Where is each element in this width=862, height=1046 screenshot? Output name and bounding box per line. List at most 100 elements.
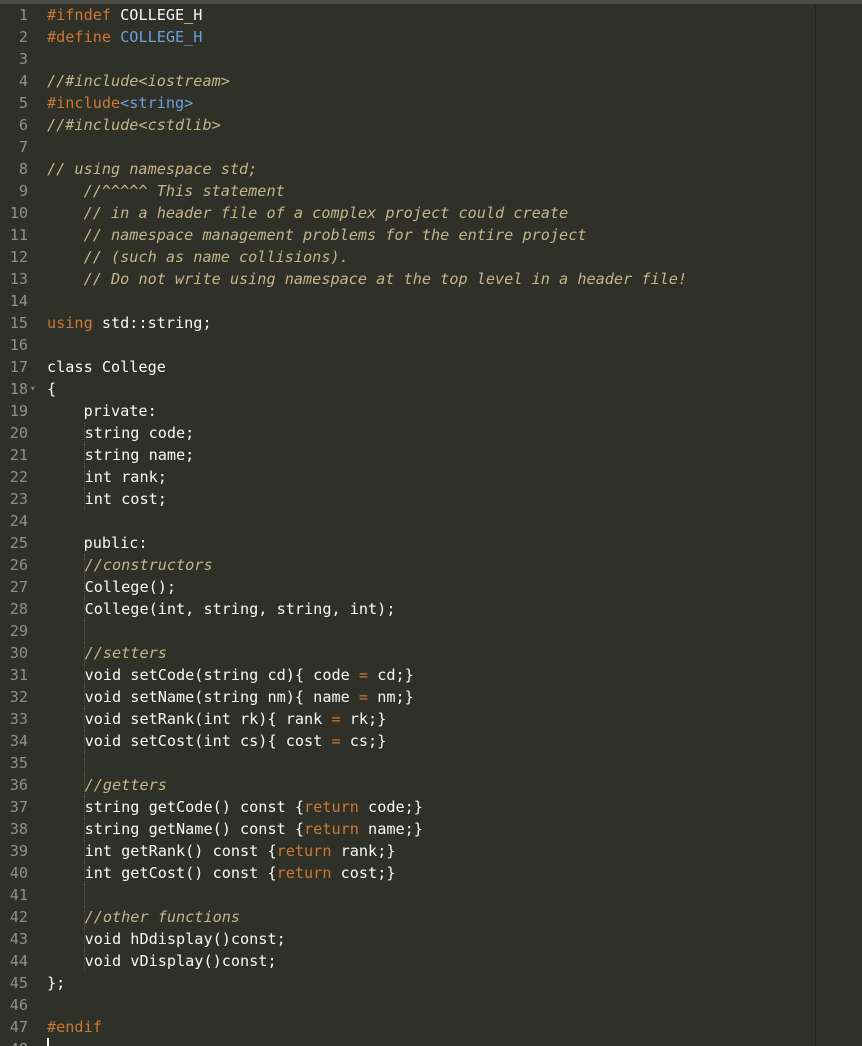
code-line[interactable]: 3 — [0, 48, 862, 70]
code-line[interactable]: 10 // in a header file of a complex proj… — [0, 202, 862, 224]
code-line[interactable]: 31 void setCode(string cd){ code = cd;} — [0, 664, 862, 686]
code-line[interactable]: 14 — [0, 290, 862, 312]
code-line[interactable]: 38 string getName() const {return name;} — [0, 818, 862, 840]
line-content: void setName(string nm){ name = nm;} — [47, 686, 414, 708]
code-line[interactable]: 36 //getters — [0, 774, 862, 796]
line-number: 47 — [9, 1018, 28, 1036]
line-content: #define COLLEGE_H — [47, 26, 202, 48]
token-plain: }; — [47, 974, 66, 992]
code-line[interactable]: 15 using std::string; — [0, 312, 862, 334]
code-line[interactable]: 34 void setCost(int cs){ cost = cs;} — [0, 730, 862, 752]
code-line[interactable]: 46 — [0, 994, 862, 1016]
code-line[interactable]: 4 //#include<iostream> — [0, 70, 862, 92]
line-number: 35 — [9, 754, 28, 772]
line-content: // namespace management problems for the… — [47, 224, 587, 246]
token-plain: int getCost() const { — [84, 864, 277, 882]
line-content: int getRank() const {return rank;} — [47, 840, 396, 862]
code-line[interactable]: 11 // namespace management problems for … — [0, 224, 862, 246]
line-number: 42 — [9, 908, 28, 926]
line-number: 3 — [18, 50, 28, 68]
token-comment: // (such as name collisions). — [83, 248, 349, 266]
token-plain: COLLEGE_H — [120, 6, 203, 24]
line-content: void setRank(int rk){ rank = rk;} — [47, 708, 386, 730]
code-line[interactable]: 2 #define COLLEGE_H — [0, 26, 862, 48]
code-line[interactable]: 20 string code; — [0, 422, 862, 444]
token-plain: College(); — [84, 578, 177, 596]
code-line[interactable]: 17 class College — [0, 356, 862, 378]
code-line[interactable]: 8 // using namespace std; — [0, 158, 862, 180]
line-content: private: — [47, 400, 157, 422]
code-line[interactable]: 24 — [0, 510, 862, 532]
line-number: 7 — [18, 138, 28, 156]
line-number: 48 — [0, 1038, 28, 1046]
code-line[interactable]: 32 void setName(string nm){ name = nm;} — [0, 686, 862, 708]
line-number: 40 — [9, 864, 28, 882]
code-line[interactable]: 6 //#include<cstdlib> — [0, 114, 862, 136]
code-line[interactable]: 35 — [0, 752, 862, 774]
code-line[interactable]: 42 //other functions — [0, 906, 862, 928]
token-plain: int getRank() const { — [84, 842, 277, 860]
code-line[interactable]: 47 #endif — [0, 1016, 862, 1038]
line-number: 19 — [9, 402, 28, 420]
line-number: 28 — [9, 600, 28, 618]
token-plain: rk;} — [340, 710, 387, 728]
token-plain: nm;} — [368, 688, 414, 706]
code-line[interactable]: 43 void hDdisplay()const; — [0, 928, 862, 950]
code-line[interactable]: 9 //^^^^^ This statement — [0, 180, 862, 202]
line-number: 9 — [18, 182, 28, 200]
code-line[interactable]: 39 int getRank() const {return rank;} — [0, 840, 862, 862]
code-line[interactable]: 26 //constructors — [0, 554, 862, 576]
code-line[interactable]: 27 College(); — [0, 576, 862, 598]
code-editor[interactable]: 1 #ifndef COLLEGE_H 2 #define COLLEGE_H 3 4//… — [0, 0, 862, 1046]
code-line[interactable]: 28 College(int, string, string, int); — [0, 598, 862, 620]
line-content: // (such as name collisions). — [47, 246, 349, 268]
code-line[interactable]: 37 string getCode() const {return code;} — [0, 796, 862, 818]
line-number: 13 — [9, 270, 28, 288]
code-line[interactable]: 41 — [0, 884, 862, 906]
token-pre: #ifndef — [47, 6, 121, 24]
code-line[interactable]: 18 ▾ { — [0, 378, 862, 400]
code-line[interactable]: 25 public: — [0, 532, 862, 554]
line-number: 2 — [18, 28, 28, 46]
line-number: 24 — [9, 512, 28, 530]
code-line[interactable]: 1 #ifndef COLLEGE_H — [0, 4, 862, 26]
code-line[interactable]: 7 — [0, 136, 862, 158]
code-text-area[interactable]: 1 #ifndef COLLEGE_H 2 #define COLLEGE_H 3 4//… — [0, 4, 862, 1046]
code-line[interactable]: 5 #include<string> — [0, 92, 862, 114]
code-line[interactable]: 44 void vDisplay()const; — [0, 950, 862, 972]
token-plain: { — [47, 380, 57, 398]
line-number: 46 — [9, 996, 28, 1014]
code-line[interactable]: 30 //setters — [0, 642, 862, 664]
code-line[interactable]: 29 — [0, 620, 862, 642]
line-number: 17 — [9, 358, 28, 376]
code-line[interactable]: 13 // Do not write using namespace at th… — [0, 268, 862, 290]
code-line[interactable]: 33 void setRank(int rk){ rank = rk;} — [0, 708, 862, 730]
code-line[interactable]: 19 private: — [0, 400, 862, 422]
line-number: 15 — [9, 314, 28, 332]
code-line[interactable]: 16 — [0, 334, 862, 356]
indent-guide — [83, 752, 85, 774]
code-line[interactable]: 23 int cost; — [0, 488, 862, 510]
token-plain: string getName() const { — [84, 820, 305, 838]
line-content: string code; — [47, 422, 194, 444]
code-line[interactable]: 21 string name; — [0, 444, 862, 466]
code-line[interactable]: 12 // (such as name collisions). — [0, 246, 862, 268]
token-kw: return — [304, 798, 359, 816]
code-line[interactable]: 48 — [0, 1038, 862, 1046]
code-line[interactable]: 40 int getCost() const {return cost;} — [0, 862, 862, 884]
line-content: #ifndef COLLEGE_H — [47, 4, 202, 26]
code-line[interactable]: 22 int rank; — [0, 466, 862, 488]
indent-guide — [83, 884, 85, 906]
line-content: College(int, string, string, int); — [47, 598, 395, 620]
code-line[interactable]: 45}; — [0, 972, 862, 994]
line-content: // in a header file of a complex project… — [47, 202, 569, 224]
line-content — [47, 884, 85, 906]
fold-arrow-icon[interactable]: ▾ — [30, 378, 35, 400]
token-plain: int rank; — [84, 468, 167, 486]
